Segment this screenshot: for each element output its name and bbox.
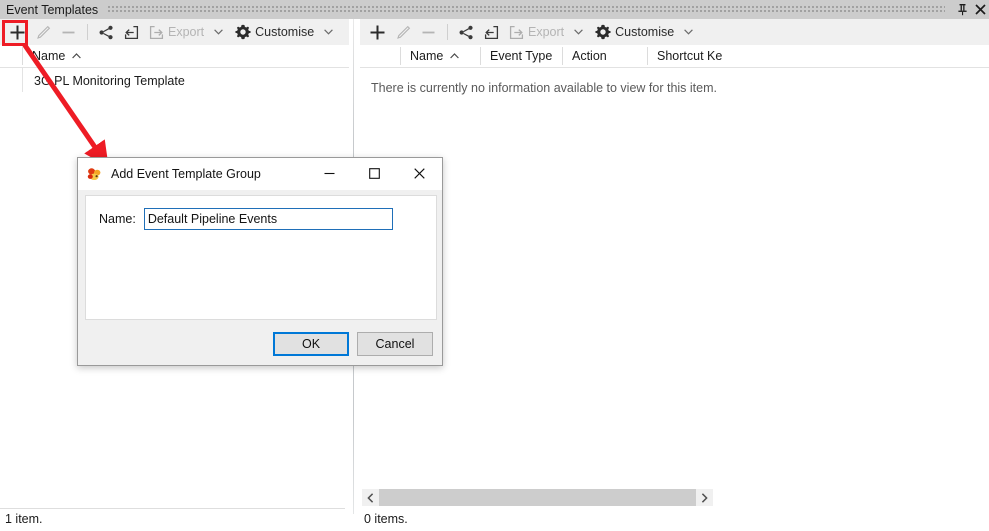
right-import-button[interactable] (479, 20, 504, 44)
right-toolbar: Export Customise (360, 19, 989, 45)
left-customise-chevron[interactable] (319, 20, 340, 44)
column-shortcut-key[interactable]: Shortcut Ke (647, 45, 767, 67)
left-customise-label: Customise (255, 25, 315, 39)
minus-icon (421, 25, 436, 40)
column-shortcut-key-label: Shortcut Ke (657, 49, 723, 63)
page-title: Event Templates (6, 2, 99, 17)
chevron-down-icon (214, 29, 223, 35)
dialog-body: Name: (85, 195, 437, 320)
list-item-label: 3G PL Monitoring Template (34, 74, 185, 88)
pencil-icon (36, 25, 51, 40)
name-row: Name: (86, 196, 436, 230)
chevron-down-icon (324, 29, 334, 35)
export-icon (509, 25, 524, 40)
column-name[interactable]: Name (400, 45, 480, 67)
panel-titlebar: Event Templates (0, 0, 989, 19)
chevron-down-icon (684, 29, 694, 35)
cancel-button[interactable]: Cancel (357, 331, 433, 356)
minimize-icon[interactable] (307, 158, 352, 189)
scrollbar-thumb[interactable] (379, 489, 696, 506)
left-customise-button[interactable]: Customise (230, 20, 319, 44)
left-import-button[interactable] (119, 20, 144, 44)
left-remove-button[interactable] (56, 20, 81, 44)
right-column-header: Name Event Type Action Shortcut Ke (360, 45, 989, 68)
chevron-down-icon (574, 29, 583, 35)
right-panel: Export Customise Name Event Type Action … (360, 19, 989, 531)
import-icon (124, 25, 139, 40)
close-icon[interactable] (971, 0, 989, 19)
left-edit-button[interactable] (31, 20, 56, 44)
gear-icon (235, 24, 251, 40)
empty-state-message: There is currently no information availa… (371, 81, 717, 95)
import-icon (484, 25, 499, 40)
export-icon (149, 25, 164, 40)
left-status-text: 1 item. (5, 512, 43, 526)
right-customise-chevron[interactable] (679, 20, 700, 44)
left-column-name-label: Name (32, 49, 66, 63)
dialog-title: Add Event Template Group (111, 167, 261, 181)
column-name-label: Name (410, 49, 444, 63)
column-divider (22, 47, 23, 65)
chevron-right-icon[interactable] (696, 489, 713, 506)
left-add-button[interactable] (4, 20, 31, 44)
left-column-header: Name (0, 45, 349, 68)
titlebar-grip (108, 6, 945, 13)
dialog-footer: OK Cancel (78, 322, 442, 365)
toolbar-separator (447, 24, 448, 40)
add-event-template-group-dialog: Add Event Template Group Name: Default P… (77, 157, 443, 366)
left-export-label: Export (168, 25, 205, 39)
chevron-left-icon[interactable] (362, 489, 379, 506)
column-divider (647, 47, 648, 65)
right-export-button[interactable]: Export (504, 20, 569, 44)
right-edit-button[interactable] (391, 20, 416, 44)
column-event-type[interactable]: Event Type (480, 45, 562, 67)
ok-button[interactable]: OK (273, 331, 349, 356)
right-remove-button[interactable] (416, 20, 441, 44)
column-event-type-label: Event Type (490, 49, 553, 63)
right-list-body[interactable]: There is currently no information availa… (360, 68, 989, 511)
gear-icon (595, 24, 611, 40)
column-divider (400, 47, 401, 65)
pin-icon[interactable] (953, 0, 971, 19)
left-export-button[interactable]: Export (144, 20, 209, 44)
status-divider (0, 508, 345, 509)
dialog-titlebar: Add Event Template Group (78, 158, 442, 190)
right-export-label: Export (528, 25, 565, 39)
sort-asc-icon (72, 53, 82, 59)
toolbar-separator (87, 24, 88, 40)
pencil-icon (396, 25, 411, 40)
left-toolbar: Export Customise (0, 19, 349, 45)
close-icon[interactable] (397, 158, 442, 189)
column-divider (562, 47, 563, 65)
sort-asc-icon (450, 53, 460, 59)
maximize-icon[interactable] (352, 158, 397, 189)
left-column-name[interactable]: Name (22, 45, 347, 67)
right-export-chevron[interactable] (569, 20, 590, 44)
right-status-text: 0 items. (364, 512, 408, 526)
column-action-label: Action (572, 49, 607, 63)
left-export-chevron[interactable] (209, 20, 230, 44)
share-icon (99, 25, 114, 40)
plus-icon (9, 24, 26, 41)
tree-indent-guide (22, 68, 23, 92)
right-share-button[interactable] (454, 20, 479, 44)
dialog-window-controls (307, 158, 442, 190)
minus-icon (61, 25, 76, 40)
left-share-button[interactable] (94, 20, 119, 44)
right-customise-button[interactable]: Customise (590, 20, 679, 44)
share-icon (459, 25, 474, 40)
right-customise-label: Customise (615, 25, 675, 39)
app-icon (87, 166, 103, 182)
horizontal-scrollbar[interactable] (362, 489, 713, 506)
plus-icon (369, 24, 386, 41)
name-label: Name: (99, 212, 136, 226)
column-action[interactable]: Action (562, 45, 647, 67)
name-input[interactable] (143, 208, 393, 230)
right-add-button[interactable] (364, 20, 391, 44)
list-item[interactable]: 3G PL Monitoring Template (0, 71, 349, 91)
column-divider (480, 47, 481, 65)
